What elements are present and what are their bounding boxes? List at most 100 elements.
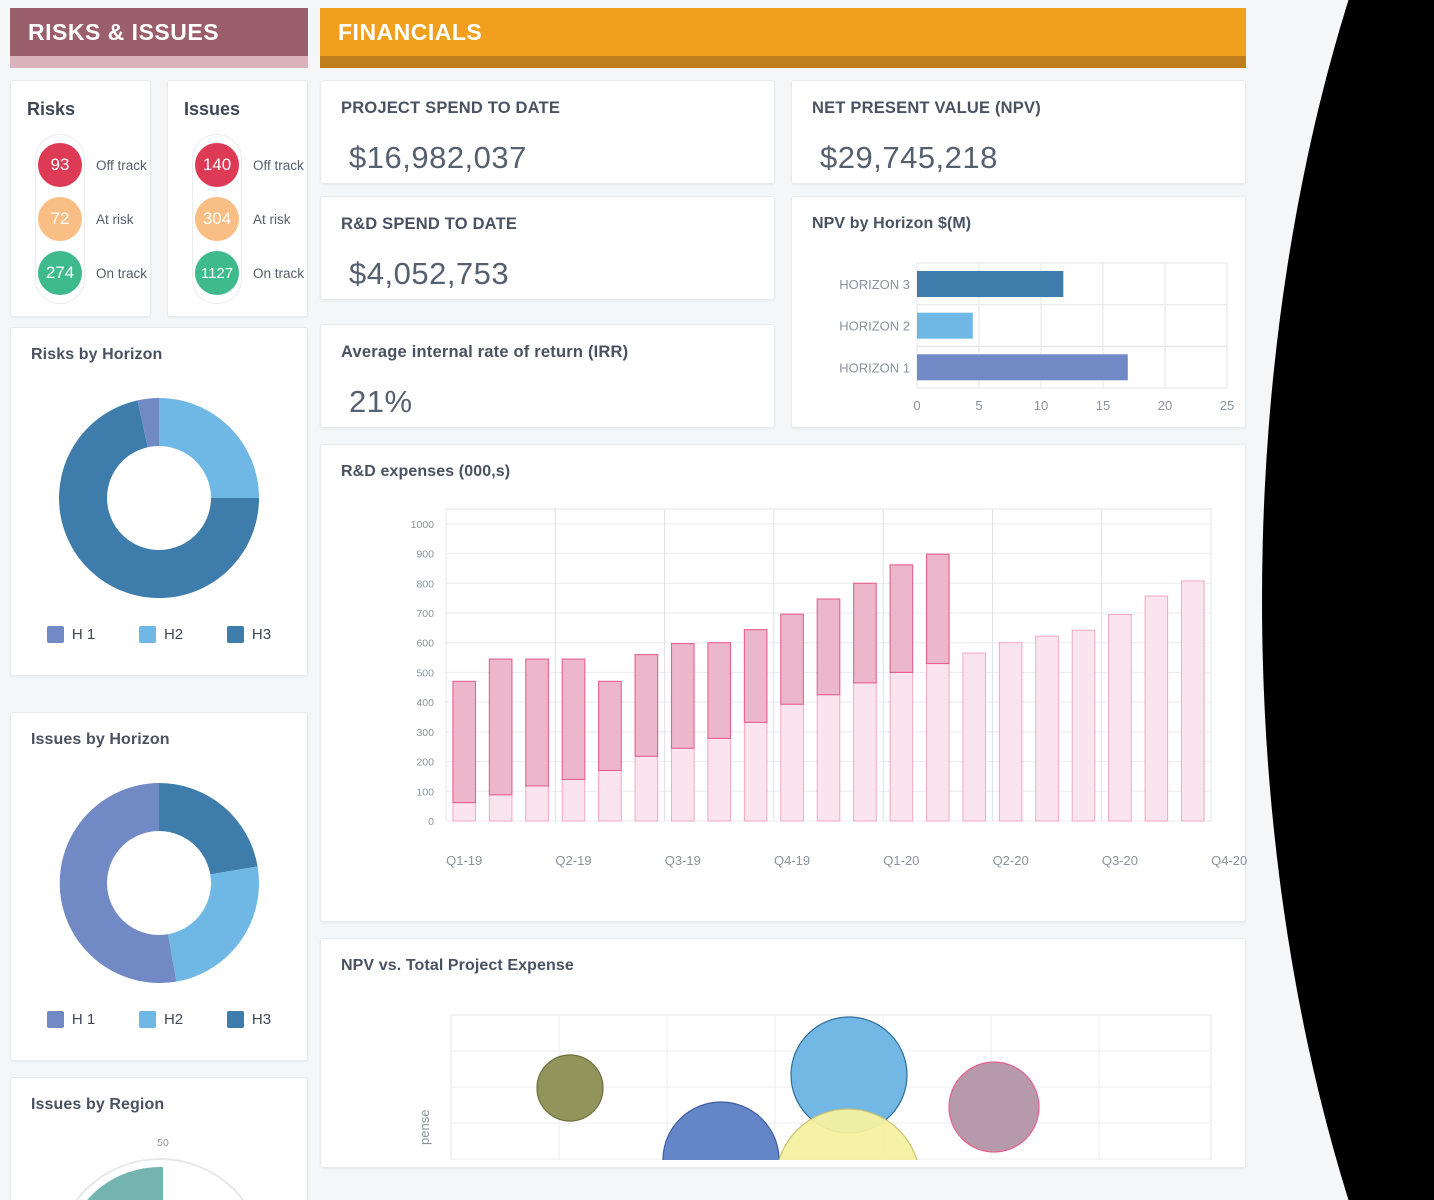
legend-item-h3[interactable]: H3 xyxy=(227,1011,271,1028)
rd-expenses-chart: 01002003004005006007008009001000Q1-19Q2-… xyxy=(321,481,1247,911)
rd-bar-forecast-7[interactable] xyxy=(708,643,731,739)
irr-value: 21% xyxy=(349,384,754,420)
npv-label: NET PRESENT VALUE (NPV) xyxy=(812,99,1225,118)
rd-bar-spent-15[interactable] xyxy=(999,643,1022,821)
npv-bar-horizon-3[interactable] xyxy=(917,271,1063,297)
issues-at-risk-label: At risk xyxy=(253,212,291,227)
rd-bar-spent-19[interactable] xyxy=(1145,596,1168,821)
legend-item-h2[interactable]: H2 xyxy=(139,626,183,643)
rd-bar-spent-7[interactable] xyxy=(708,738,731,821)
legend-label-h1: H 1 xyxy=(72,626,95,643)
npv-bar-horizon-1[interactable] xyxy=(917,354,1128,380)
legend-label-h2: H2 xyxy=(164,626,183,643)
issues-by-horizon-donut xyxy=(11,763,307,1003)
legend-item-h1[interactable]: H 1 xyxy=(47,626,95,643)
rd-bar-spent-12[interactable] xyxy=(890,672,913,821)
legend-item-h2[interactable]: H2 xyxy=(139,1011,183,1028)
issues-by-horizon-card: Issues by Horizon H 1 xyxy=(10,712,308,1061)
rd-bar-spent-6[interactable] xyxy=(671,748,694,821)
bubble-point-1[interactable] xyxy=(537,1055,603,1121)
rd-bar-spent-20[interactable] xyxy=(1181,581,1204,821)
rd-bar-forecast-12[interactable] xyxy=(890,565,913,673)
rd-bar-spent-14[interactable] xyxy=(963,653,986,821)
rd-bar-forecast-13[interactable] xyxy=(926,554,949,663)
financials-column: FINANCIALS PROJECT SPEND TO DATE $16,982… xyxy=(320,0,1246,1168)
rd-bar-spent-8[interactable] xyxy=(744,722,767,821)
npv-vs-expense-card: NPV vs. Total Project Expense pense xyxy=(320,938,1246,1168)
rd-bar-spent-17[interactable] xyxy=(1072,630,1095,821)
risks-on-track-label: On track xyxy=(96,266,147,281)
npv-bar-horizon-2[interactable] xyxy=(917,313,973,339)
issues-status-on-track[interactable]: 1127 On track xyxy=(193,246,241,300)
rd-bar-spent-10[interactable] xyxy=(817,695,840,821)
npv-category-horizon-2: HORIZON 2 xyxy=(839,319,910,334)
rd-bar-spent-3[interactable] xyxy=(562,779,585,821)
rd-bar-spent-13[interactable] xyxy=(926,664,949,821)
rd-spend-card: R&D SPEND TO DATE $4,052,753 xyxy=(320,196,775,300)
npv-xtick-10: 10 xyxy=(1034,398,1048,413)
risks-status-at-risk[interactable]: 72 At risk xyxy=(36,192,84,246)
rd-bar-forecast-5[interactable] xyxy=(635,655,658,757)
rd-bar-spent-16[interactable] xyxy=(1036,636,1059,821)
rd-bar-spent-5[interactable] xyxy=(635,756,658,821)
rd-bar-forecast-10[interactable] xyxy=(817,599,840,695)
rd-bar-forecast-0[interactable] xyxy=(453,681,476,802)
npv-vs-expense-title: NPV vs. Total Project Expense xyxy=(321,939,1245,975)
kpi-row-1: PROJECT SPEND TO DATE $16,982,037 NET PR… xyxy=(320,80,1246,184)
rd-bar-spent-9[interactable] xyxy=(781,704,804,821)
risks-donut-svg xyxy=(39,378,279,618)
issues-status-at-risk[interactable]: 304 At risk xyxy=(193,192,241,246)
rd-bar-spent-11[interactable] xyxy=(854,683,877,821)
rd-ytick-200: 200 xyxy=(416,757,434,769)
rd-bar-spent-2[interactable] xyxy=(526,786,549,821)
rd-xtick-Q2-19: Q2-19 xyxy=(555,853,591,868)
rd-ytick-300: 300 xyxy=(416,727,434,739)
rd-ytick-100: 100 xyxy=(416,786,434,798)
rd-bar-forecast-8[interactable] xyxy=(744,630,767,723)
rd-bar-forecast-6[interactable] xyxy=(671,644,694,749)
issues-donut-legend: H 1 H2 H3 xyxy=(11,1011,307,1028)
risks-status-off-track[interactable]: 93 Off track xyxy=(36,138,84,192)
issues-status-off-track[interactable]: 140 Off track xyxy=(193,138,241,192)
legend-item-h3[interactable]: H3 xyxy=(227,626,271,643)
rd-ytick-800: 800 xyxy=(416,578,434,590)
risks-by-horizon-title: Risks by Horizon xyxy=(11,328,307,364)
project-spend-value: $16,982,037 xyxy=(349,140,754,176)
gauge-segment[interactable] xyxy=(63,1167,163,1200)
rd-bar-forecast-2[interactable] xyxy=(526,659,549,786)
risks-issues-tiles: Risks 93 Off track 72 At risk 274 On tra… xyxy=(10,80,308,317)
npv-by-horizon-title: NPV by Horizon $(M) xyxy=(792,197,1245,233)
rd-ytick-400: 400 xyxy=(416,697,434,709)
legend-swatch-h3 xyxy=(227,626,244,643)
issues-on-track-count: 1127 xyxy=(195,251,239,295)
legend-swatch-h2 xyxy=(139,1011,156,1028)
financials-header-title: FINANCIALS xyxy=(320,8,1246,56)
rd-bar-spent-4[interactable] xyxy=(599,770,622,821)
risks-on-track-count: 274 xyxy=(38,251,82,295)
rd-bar-forecast-1[interactable] xyxy=(489,659,512,795)
rd-bar-forecast-4[interactable] xyxy=(599,681,622,770)
rd-xtick-Q3-20: Q3-20 xyxy=(1102,853,1138,868)
risks-card: Risks 93 Off track 72 At risk 274 On tra… xyxy=(10,80,151,317)
risks-status-on-track[interactable]: 274 On track xyxy=(36,246,84,300)
risks-donut-hole xyxy=(107,446,211,550)
risks-issues-header-underline xyxy=(10,56,308,68)
irr-label: Average internal rate of return (IRR) xyxy=(341,343,754,362)
rd-bar-spent-0[interactable] xyxy=(453,803,476,821)
rd-xtick-Q4-19: Q4-19 xyxy=(774,853,810,868)
legend-label-h3: H3 xyxy=(252,1011,271,1028)
npv-xtick-0: 0 xyxy=(913,398,920,413)
rd-expenses-card: R&D expenses (000,s) 0100200300400500600… xyxy=(320,444,1246,922)
issues-by-region-gauge: 50 xyxy=(11,1114,308,1200)
risks-by-horizon-donut xyxy=(11,378,307,618)
rd-bar-forecast-3[interactable] xyxy=(562,659,585,779)
legend-item-h1[interactable]: H 1 xyxy=(47,1011,95,1028)
bubble-point-5[interactable] xyxy=(949,1062,1039,1152)
rd-bar-spent-18[interactable] xyxy=(1109,614,1132,821)
rd-spend-value: $4,052,753 xyxy=(349,256,754,292)
rd-bar-spent-1[interactable] xyxy=(489,795,512,821)
rd-bar-forecast-9[interactable] xyxy=(781,614,804,704)
issues-off-track-label: Off track xyxy=(253,158,304,173)
issues-card-title: Issues xyxy=(168,81,307,120)
rd-bar-forecast-11[interactable] xyxy=(854,583,877,683)
